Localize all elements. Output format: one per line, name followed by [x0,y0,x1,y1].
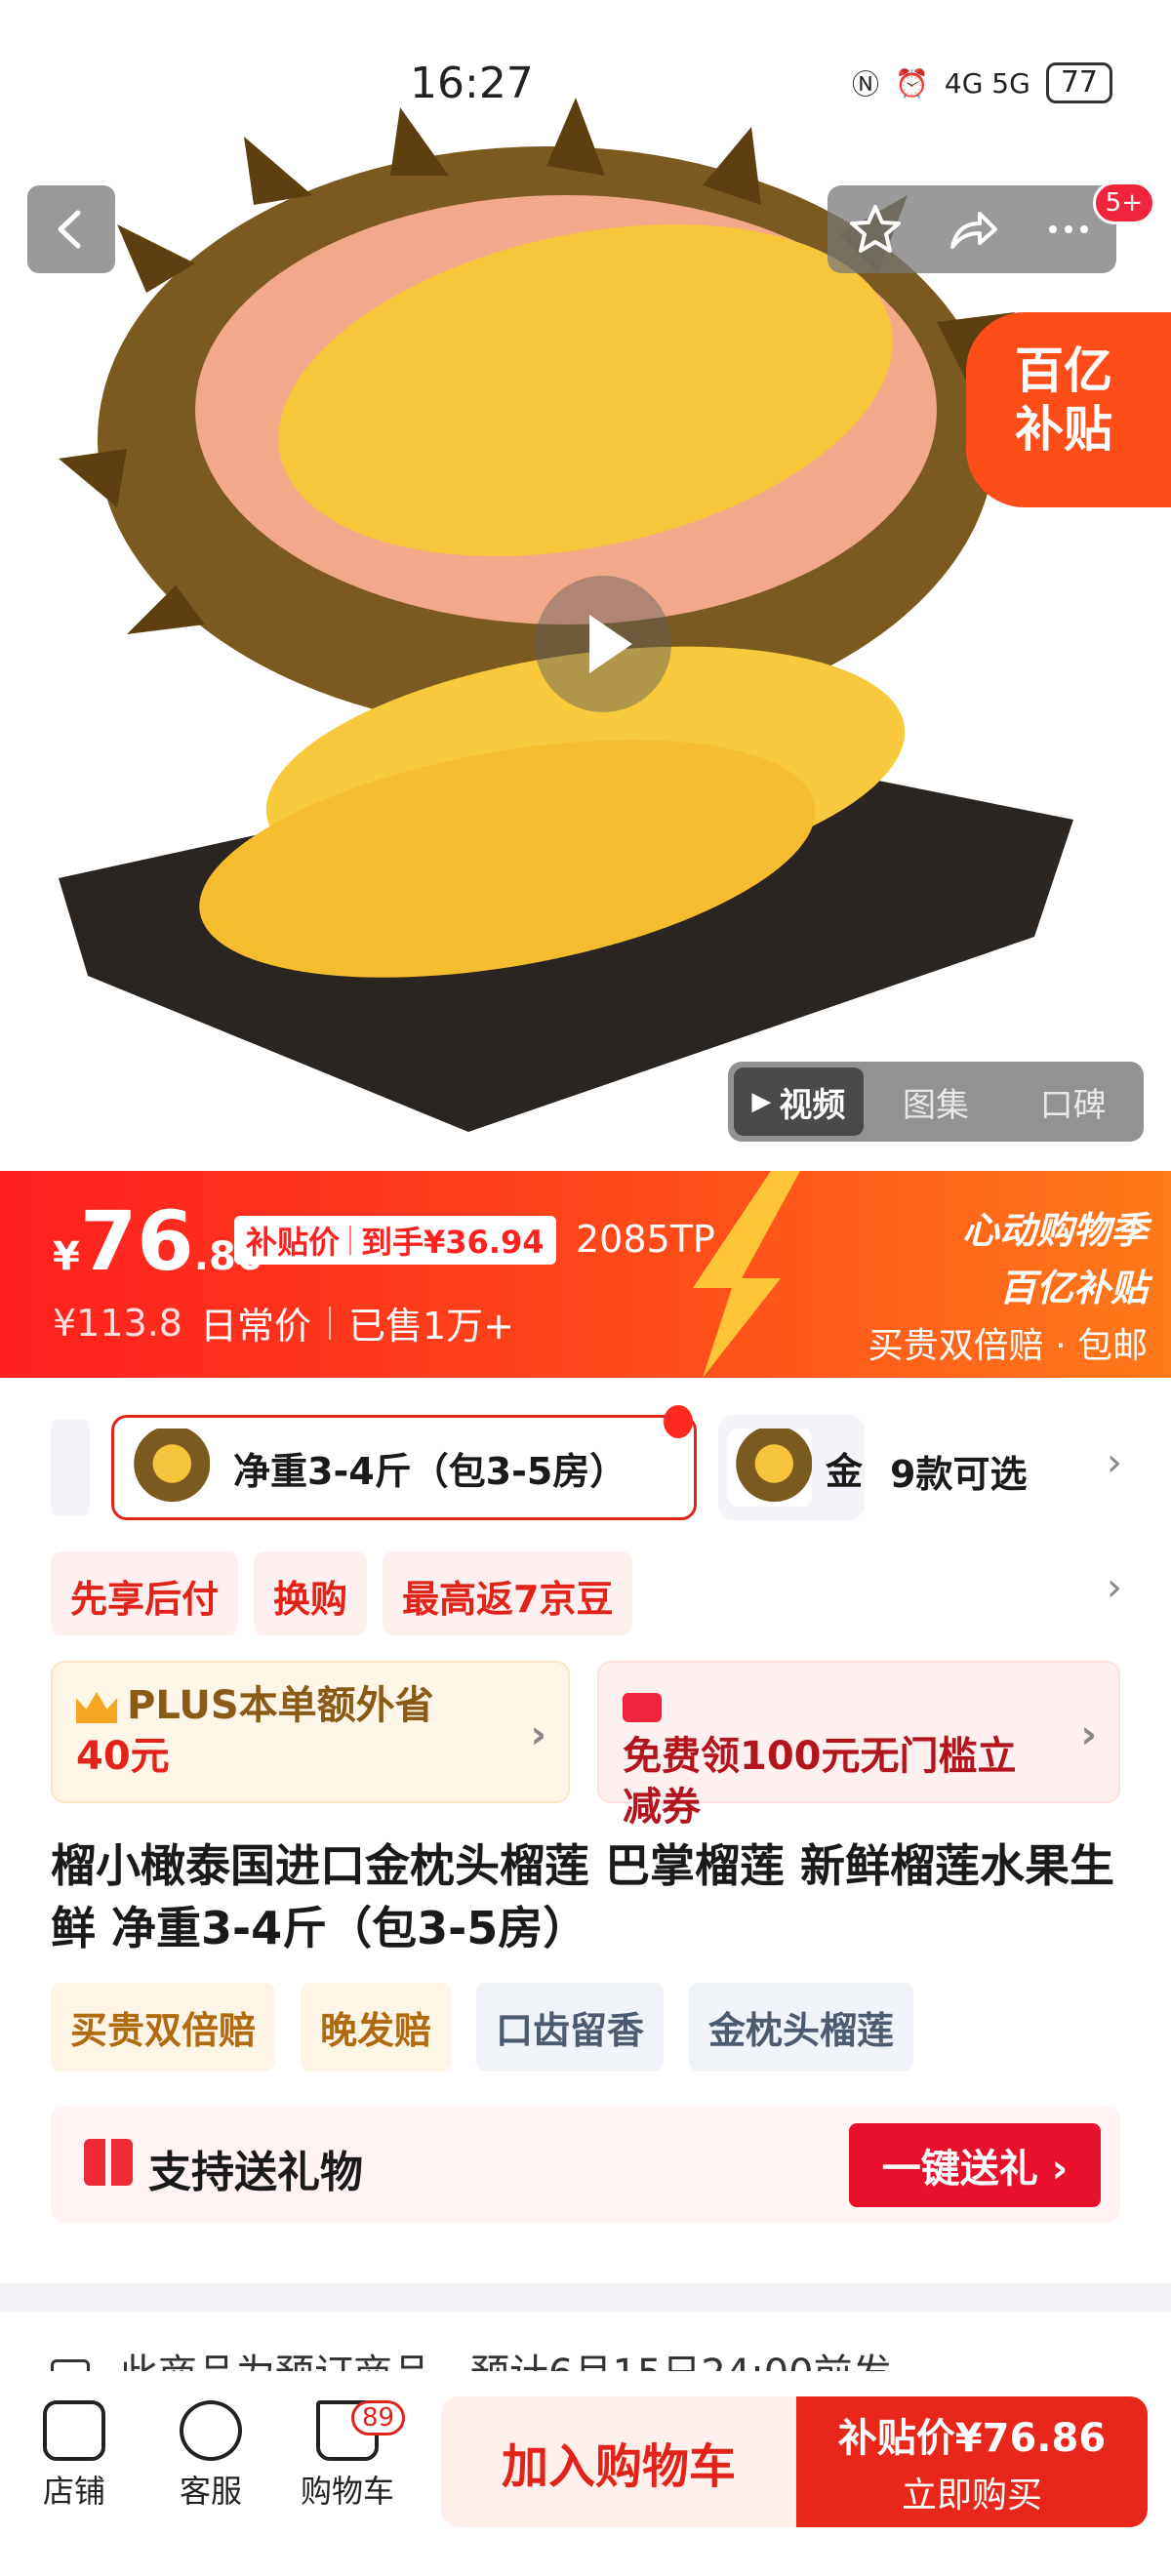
more-icon [1048,225,1088,233]
tab-reviews[interactable]: 口碑 [1008,1067,1138,1136]
add-to-cart-button[interactable]: 加入购物车 [441,2396,796,2527]
tab-video-label: 视频 [779,1085,846,1125]
original-price-row: ¥113.8 日常价 已售1万+ [53,1296,514,1349]
original-price-label: 日常价 [199,1305,311,1348]
plus-coupon[interactable]: PLUS本单额外省 40元 › [51,1661,570,1803]
favorite-button[interactable] [841,195,909,263]
signal-icon: 4G 5G [944,66,1030,100]
sku-option-selected[interactable]: 净重3-4斤（包3-5房） [111,1415,697,1520]
flame-icon [664,1405,693,1438]
sold-count: 已售1万+ [347,1305,515,1348]
chevron-right-icon[interactable]: › [1107,1440,1122,1485]
price-currency: ¥ [53,1234,80,1279]
feature-tag[interactable]: 口齿留香 [476,1983,665,2072]
gift-label: 支持送礼物 [148,2148,363,2197]
chevron-right-icon: › [530,1712,546,1757]
service-tag[interactable]: 先享后付 [51,1551,239,1635]
sku-thumbnail [728,1429,812,1507]
feature-tag[interactable]: 晚发赔 [301,1983,452,2072]
gift-row: 支持送礼物 一键送礼 › [51,2106,1120,2223]
sku-count[interactable]: 9款可选 [890,1444,1027,1498]
sku-thumbnail [126,1429,210,1507]
sku-selector: 净重3-4斤（包3-5房） 金 9款可选 › [0,1405,1171,1532]
alarm-icon: ⏰ [895,66,929,100]
sku-option-label: 金 [826,1449,864,1493]
subsidy-corner-badge[interactable]: 百亿 补贴 [966,312,1171,507]
feature-tag[interactable]: 金枕头榴莲 [689,1983,914,2072]
top-toolbar [828,185,1116,273]
feature-tags: 买贵双倍赔 晚发赔 口齿留香 金枕头榴莲 [51,1983,914,2072]
subsidy-tag-label: 补贴价 [246,1224,341,1261]
section-divider [0,2283,1171,2313]
status-icons: Ⓝ ⏰ 4G 5G 77 [852,62,1112,103]
buy-now-price: 补贴价¥76.86 [837,2416,1107,2461]
subsidy-line1: 百亿 [1015,342,1112,399]
chevron-right-icon: › [1080,1712,1097,1757]
share-icon [949,212,997,249]
sku-prev-item[interactable] [51,1419,90,1516]
feature-tag[interactable]: 买贵双倍赔 [51,1983,276,2072]
cart-count-badge: 89 [351,2400,406,2435]
status-bar: 16:27 Ⓝ ⏰ 4G 5G 77 [0,59,1171,117]
service-label: 客服 [179,2473,242,2510]
customer-service-button[interactable]: 客服 [152,2400,269,2512]
gift-icon [84,2139,133,2186]
promo-event-title: 心动购物季 [961,1209,1148,1252]
original-price: ¥113.8 [53,1301,182,1345]
service-tags[interactable]: 先享后付 换购 最高返7京豆 [51,1551,633,1635]
sku-option-label: 净重3-4斤（包3-5房） [233,1449,627,1493]
crown-icon [76,1692,117,1723]
price-banner: ¥ 76 .86 补贴价 到手¥36.94 2085TP ¥113.8 日常价 … [0,1171,1171,1378]
tag-separator [349,1226,352,1255]
current-price: ¥ 76 .86 [53,1200,263,1282]
product-gallery[interactable]: 16:27 Ⓝ ⏰ 4G 5G 77 5+ 百亿 补贴 ▶ 视频 图集 口碑 [0,0,1171,1171]
nfc-icon: Ⓝ [851,68,879,101]
store-label: 店铺 [42,2473,105,2510]
subsidy-price-tag: 补贴价 到手¥36.94 [234,1216,556,1265]
plus-coupon-amount: 40元 [76,1734,170,1779]
send-gift-button[interactable]: 一键送礼 › [849,2123,1101,2207]
lightning-decoration [693,1171,800,1378]
play-icon [589,615,632,673]
status-time: 16:27 [410,59,534,108]
cart-label: 购物车 [300,2473,394,2510]
price-divider [328,1306,331,1340]
chevron-left-icon [58,210,81,249]
service-tag[interactable]: 换购 [254,1551,368,1635]
price-integer: 76 [79,1193,194,1289]
sku-option[interactable]: 金 [718,1415,865,1520]
store-button[interactable]: 店铺 [16,2400,133,2512]
chevron-right-icon[interactable]: › [1107,1565,1122,1610]
star-icon [850,205,902,253]
free-coupon[interactable]: 免费领100元无门槛立减券 › [597,1661,1120,1830]
buy-now-label: 立即购买 [901,2475,1042,2516]
promo-event[interactable]: 心动购物季 百亿补贴 买贵双倍赔 · 包邮 [868,1200,1148,1368]
share-button[interactable] [938,195,1006,263]
service-tag[interactable]: 最高返7京豆 [383,1551,633,1635]
plus-coupon-text: PLUS本单额外省 [127,1683,434,1728]
subsidy-tag-extra: 到手¥36.94 [361,1224,545,1261]
buy-now-button[interactable]: 补贴价¥76.86 立即购买 [796,2396,1148,2527]
free-coupon-text: 免费领100元无门槛立减券 [623,1734,1017,1830]
product-title: 榴小橄泰国进口金枕头榴莲 巴掌榴莲 新鲜榴莲水果生鲜 净重3-4斤（包3-5房） [51,1839,1115,1954]
play-small-icon: ▶ [751,1087,772,1116]
coupon-card-icon [623,1693,662,1722]
notification-badge: 5+ [1092,181,1155,224]
battery-icon: 77 [1045,62,1112,103]
tab-gallery[interactable]: 图集 [871,1067,1001,1136]
more-button[interactable] [1034,195,1103,263]
bottom-action-bar: 店铺 客服 购物车 89 加入购物车 补贴价¥76.86 立即购买 [0,2371,1171,2576]
media-tabs: ▶ 视频 图集 口碑 [728,1062,1144,1142]
service-face-icon [180,2400,242,2461]
back-button[interactable] [27,185,115,273]
play-video-button[interactable] [535,576,671,712]
tab-video[interactable]: ▶ 视频 [734,1067,864,1136]
subsidy-line2: 补贴 [1015,401,1112,458]
promo-event-subtitle: 百亿补贴 [998,1267,1148,1309]
store-icon [43,2400,105,2461]
promo-event-guarantee: 买贵双倍赔 · 包邮 [868,1326,1148,1366]
